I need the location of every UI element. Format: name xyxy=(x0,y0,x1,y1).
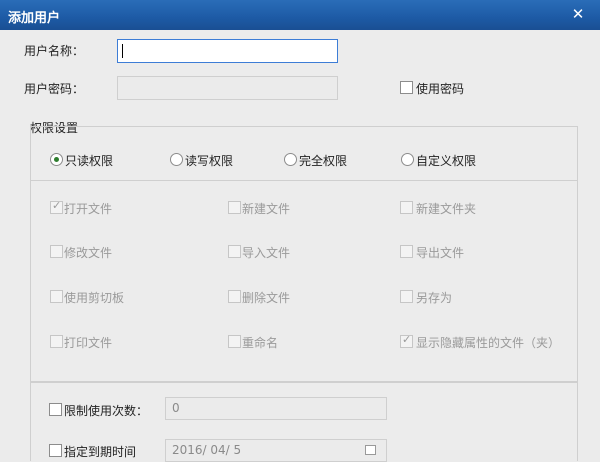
password-label: 用户密码： xyxy=(24,82,85,96)
radio-full[interactable] xyxy=(284,153,297,166)
radio-selected-dot xyxy=(54,157,59,162)
radio-readonly[interactable] xyxy=(50,153,63,166)
checkbox-new-folder-label: 新建文件夹 xyxy=(416,202,477,216)
password-input[interactable] xyxy=(117,76,338,100)
checkbox-print-file-label: 打印文件 xyxy=(64,336,113,350)
checkbox-delete-file-label: 删除文件 xyxy=(242,291,291,305)
checkbox-new-file[interactable] xyxy=(228,201,241,214)
checkbox-rename-label: 重命名 xyxy=(242,336,279,350)
checkbox-save-as-label: 另存为 xyxy=(416,291,453,305)
limit-count-input[interactable]: 0 xyxy=(165,397,387,420)
checkbox-open-file-label: 打开文件 xyxy=(64,202,113,216)
username-label: 用户名称： xyxy=(24,44,85,58)
checkbox-modify-file-label: 修改文件 xyxy=(64,246,113,260)
use-password-checkbox[interactable] xyxy=(400,81,413,94)
text-caret xyxy=(122,44,123,58)
expire-time-checkbox[interactable] xyxy=(49,444,62,457)
radio-readonly-label: 只读权限 xyxy=(65,154,114,168)
checkbox-import-file[interactable] xyxy=(228,245,241,258)
expire-time-value: 2016/ 04/ 5 xyxy=(172,443,242,457)
use-password-label: 使用密码 xyxy=(416,82,465,96)
checkbox-open-file[interactable]: ✓ xyxy=(50,199,63,214)
checkbox-save-as[interactable] xyxy=(400,290,413,303)
radio-full-label: 完全权限 xyxy=(299,154,348,168)
checkbox-show-hidden[interactable]: ✓ xyxy=(400,333,413,348)
radio-custom[interactable] xyxy=(401,153,414,166)
checkbox-export-file-label: 导出文件 xyxy=(416,246,465,260)
radio-readwrite[interactable] xyxy=(170,153,183,166)
checkbox-clipboard-label: 使用剪切板 xyxy=(64,291,125,305)
title-bar: 添加用户 ✕ xyxy=(0,0,600,30)
close-icon[interactable]: ✕ xyxy=(562,2,594,26)
calendar-icon[interactable] xyxy=(365,445,376,455)
checkbox-delete-file[interactable] xyxy=(228,290,241,303)
radio-custom-label: 自定义权限 xyxy=(416,154,477,168)
radio-readwrite-label: 读写权限 xyxy=(185,154,234,168)
limit-count-checkbox[interactable] xyxy=(49,403,62,416)
expire-time-input[interactable]: 2016/ 04/ 5 xyxy=(165,439,387,462)
check-icon: ✓ xyxy=(402,333,412,346)
checkbox-new-file-label: 新建文件 xyxy=(242,202,291,216)
expire-time-label: 指定到期时间 xyxy=(64,445,137,459)
checkbox-export-file[interactable] xyxy=(400,245,413,258)
checkbox-new-folder[interactable] xyxy=(400,201,413,214)
permissions-divider xyxy=(30,180,578,181)
checkbox-rename[interactable] xyxy=(228,335,241,348)
checkbox-import-file-label: 导入文件 xyxy=(242,246,291,260)
checkbox-modify-file[interactable] xyxy=(50,245,63,258)
checkbox-clipboard[interactable] xyxy=(50,290,63,303)
checkbox-print-file[interactable] xyxy=(50,335,63,348)
limit-count-label: 限制使用次数： xyxy=(64,404,149,418)
username-input[interactable] xyxy=(117,39,338,63)
checkbox-show-hidden-label: 显示隐藏属性的文件（夹） xyxy=(416,336,561,350)
dialog-body: 用户名称： 用户密码： 使用密码 权限设置 只读权限 读写权限 完全权限 自定义… xyxy=(0,30,600,462)
check-icon: ✓ xyxy=(52,199,62,212)
window-title: 添加用户 xyxy=(8,11,61,26)
